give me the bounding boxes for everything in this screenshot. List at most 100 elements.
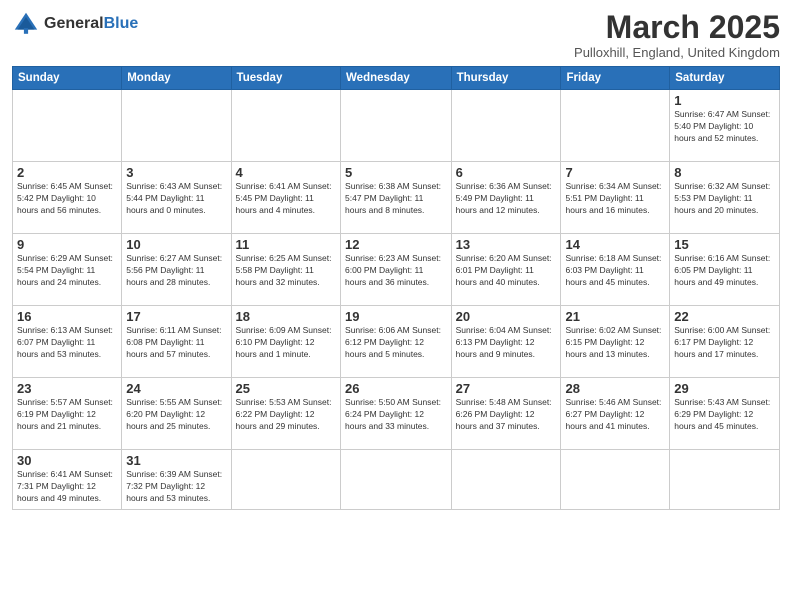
- calendar-cell: [451, 90, 561, 162]
- day-info: Sunrise: 6:18 AM Sunset: 6:03 PM Dayligh…: [565, 253, 665, 289]
- day-info: Sunrise: 6:16 AM Sunset: 6:05 PM Dayligh…: [674, 253, 775, 289]
- day-number: 8: [674, 165, 775, 180]
- calendar-cell: 3Sunrise: 6:43 AM Sunset: 5:44 PM Daylig…: [122, 162, 231, 234]
- calendar-cell: 28Sunrise: 5:46 AM Sunset: 6:27 PM Dayli…: [561, 378, 670, 450]
- day-number: 25: [236, 381, 336, 396]
- header: GeneralBlue March 2025 Pulloxhill, Engla…: [12, 10, 780, 60]
- logo-text: GeneralBlue: [44, 15, 138, 33]
- day-number: 20: [456, 309, 557, 324]
- day-info: Sunrise: 6:41 AM Sunset: 7:31 PM Dayligh…: [17, 469, 117, 505]
- calendar-cell: 7Sunrise: 6:34 AM Sunset: 5:51 PM Daylig…: [561, 162, 670, 234]
- day-number: 1: [674, 93, 775, 108]
- day-info: Sunrise: 6:04 AM Sunset: 6:13 PM Dayligh…: [456, 325, 557, 361]
- day-number: 22: [674, 309, 775, 324]
- day-number: 24: [126, 381, 226, 396]
- subtitle: Pulloxhill, England, United Kingdom: [574, 45, 780, 60]
- calendar-cell: [231, 450, 340, 510]
- day-info: Sunrise: 6:38 AM Sunset: 5:47 PM Dayligh…: [345, 181, 447, 217]
- day-info: Sunrise: 6:39 AM Sunset: 7:32 PM Dayligh…: [126, 469, 226, 505]
- calendar-cell: 10Sunrise: 6:27 AM Sunset: 5:56 PM Dayli…: [122, 234, 231, 306]
- day-info: Sunrise: 6:20 AM Sunset: 6:01 PM Dayligh…: [456, 253, 557, 289]
- day-info: Sunrise: 6:36 AM Sunset: 5:49 PM Dayligh…: [456, 181, 557, 217]
- calendar-cell: 27Sunrise: 5:48 AM Sunset: 6:26 PM Dayli…: [451, 378, 561, 450]
- day-info: Sunrise: 6:45 AM Sunset: 5:42 PM Dayligh…: [17, 181, 117, 217]
- calendar-cell: 23Sunrise: 5:57 AM Sunset: 6:19 PM Dayli…: [13, 378, 122, 450]
- day-number: 12: [345, 237, 447, 252]
- day-info: Sunrise: 6:29 AM Sunset: 5:54 PM Dayligh…: [17, 253, 117, 289]
- col-header-sunday: Sunday: [13, 67, 122, 90]
- day-info: Sunrise: 5:48 AM Sunset: 6:26 PM Dayligh…: [456, 397, 557, 433]
- calendar-cell: 14Sunrise: 6:18 AM Sunset: 6:03 PM Dayli…: [561, 234, 670, 306]
- day-number: 16: [17, 309, 117, 324]
- day-info: Sunrise: 5:57 AM Sunset: 6:19 PM Dayligh…: [17, 397, 117, 433]
- col-header-friday: Friday: [561, 67, 670, 90]
- calendar-cell: [451, 450, 561, 510]
- day-info: Sunrise: 5:53 AM Sunset: 6:22 PM Dayligh…: [236, 397, 336, 433]
- day-info: Sunrise: 6:11 AM Sunset: 6:08 PM Dayligh…: [126, 325, 226, 361]
- day-number: 13: [456, 237, 557, 252]
- page: GeneralBlue March 2025 Pulloxhill, Engla…: [0, 0, 792, 612]
- day-info: Sunrise: 6:06 AM Sunset: 6:12 PM Dayligh…: [345, 325, 447, 361]
- day-number: 17: [126, 309, 226, 324]
- calendar-cell: 5Sunrise: 6:38 AM Sunset: 5:47 PM Daylig…: [341, 162, 452, 234]
- calendar-cell: 25Sunrise: 5:53 AM Sunset: 6:22 PM Dayli…: [231, 378, 340, 450]
- day-info: Sunrise: 6:00 AM Sunset: 6:17 PM Dayligh…: [674, 325, 775, 361]
- calendar-cell: [122, 90, 231, 162]
- day-number: 10: [126, 237, 226, 252]
- calendar-cell: 22Sunrise: 6:00 AM Sunset: 6:17 PM Dayli…: [670, 306, 780, 378]
- calendar-week-row: 2Sunrise: 6:45 AM Sunset: 5:42 PM Daylig…: [13, 162, 780, 234]
- day-number: 6: [456, 165, 557, 180]
- day-number: 23: [17, 381, 117, 396]
- day-number: 14: [565, 237, 665, 252]
- day-number: 28: [565, 381, 665, 396]
- day-number: 26: [345, 381, 447, 396]
- col-header-tuesday: Tuesday: [231, 67, 340, 90]
- calendar-cell: [561, 90, 670, 162]
- logo: GeneralBlue: [12, 10, 138, 38]
- calendar-cell: [13, 90, 122, 162]
- day-number: 9: [17, 237, 117, 252]
- calendar-cell: 31Sunrise: 6:39 AM Sunset: 7:32 PM Dayli…: [122, 450, 231, 510]
- calendar-cell: 12Sunrise: 6:23 AM Sunset: 6:00 PM Dayli…: [341, 234, 452, 306]
- calendar-cell: 4Sunrise: 6:41 AM Sunset: 5:45 PM Daylig…: [231, 162, 340, 234]
- day-number: 30: [17, 453, 117, 468]
- col-header-monday: Monday: [122, 67, 231, 90]
- day-info: Sunrise: 6:25 AM Sunset: 5:58 PM Dayligh…: [236, 253, 336, 289]
- calendar-cell: 17Sunrise: 6:11 AM Sunset: 6:08 PM Dayli…: [122, 306, 231, 378]
- day-number: 3: [126, 165, 226, 180]
- day-number: 5: [345, 165, 447, 180]
- calendar-cell: [231, 90, 340, 162]
- calendar-cell: [670, 450, 780, 510]
- calendar-cell: 30Sunrise: 6:41 AM Sunset: 7:31 PM Dayli…: [13, 450, 122, 510]
- calendar-week-row: 30Sunrise: 6:41 AM Sunset: 7:31 PM Dayli…: [13, 450, 780, 510]
- calendar-week-row: 16Sunrise: 6:13 AM Sunset: 6:07 PM Dayli…: [13, 306, 780, 378]
- day-number: 21: [565, 309, 665, 324]
- day-number: 31: [126, 453, 226, 468]
- day-number: 29: [674, 381, 775, 396]
- calendar-cell: 26Sunrise: 5:50 AM Sunset: 6:24 PM Dayli…: [341, 378, 452, 450]
- calendar-cell: 13Sunrise: 6:20 AM Sunset: 6:01 PM Dayli…: [451, 234, 561, 306]
- col-header-thursday: Thursday: [451, 67, 561, 90]
- calendar-table: SundayMondayTuesdayWednesdayThursdayFrid…: [12, 66, 780, 510]
- col-header-saturday: Saturday: [670, 67, 780, 90]
- day-info: Sunrise: 6:32 AM Sunset: 5:53 PM Dayligh…: [674, 181, 775, 217]
- day-number: 15: [674, 237, 775, 252]
- calendar-cell: 9Sunrise: 6:29 AM Sunset: 5:54 PM Daylig…: [13, 234, 122, 306]
- title-block: March 2025 Pulloxhill, England, United K…: [574, 10, 780, 60]
- calendar-cell: [341, 90, 452, 162]
- day-info: Sunrise: 6:34 AM Sunset: 5:51 PM Dayligh…: [565, 181, 665, 217]
- day-info: Sunrise: 6:02 AM Sunset: 6:15 PM Dayligh…: [565, 325, 665, 361]
- logo-icon: [12, 10, 40, 38]
- calendar-cell: 18Sunrise: 6:09 AM Sunset: 6:10 PM Dayli…: [231, 306, 340, 378]
- calendar-cell: [561, 450, 670, 510]
- calendar-cell: 11Sunrise: 6:25 AM Sunset: 5:58 PM Dayli…: [231, 234, 340, 306]
- calendar-cell: 29Sunrise: 5:43 AM Sunset: 6:29 PM Dayli…: [670, 378, 780, 450]
- day-number: 18: [236, 309, 336, 324]
- day-info: Sunrise: 6:43 AM Sunset: 5:44 PM Dayligh…: [126, 181, 226, 217]
- day-number: 4: [236, 165, 336, 180]
- day-info: Sunrise: 6:23 AM Sunset: 6:00 PM Dayligh…: [345, 253, 447, 289]
- day-number: 7: [565, 165, 665, 180]
- calendar-cell: 24Sunrise: 5:55 AM Sunset: 6:20 PM Dayli…: [122, 378, 231, 450]
- day-info: Sunrise: 5:55 AM Sunset: 6:20 PM Dayligh…: [126, 397, 226, 433]
- day-number: 27: [456, 381, 557, 396]
